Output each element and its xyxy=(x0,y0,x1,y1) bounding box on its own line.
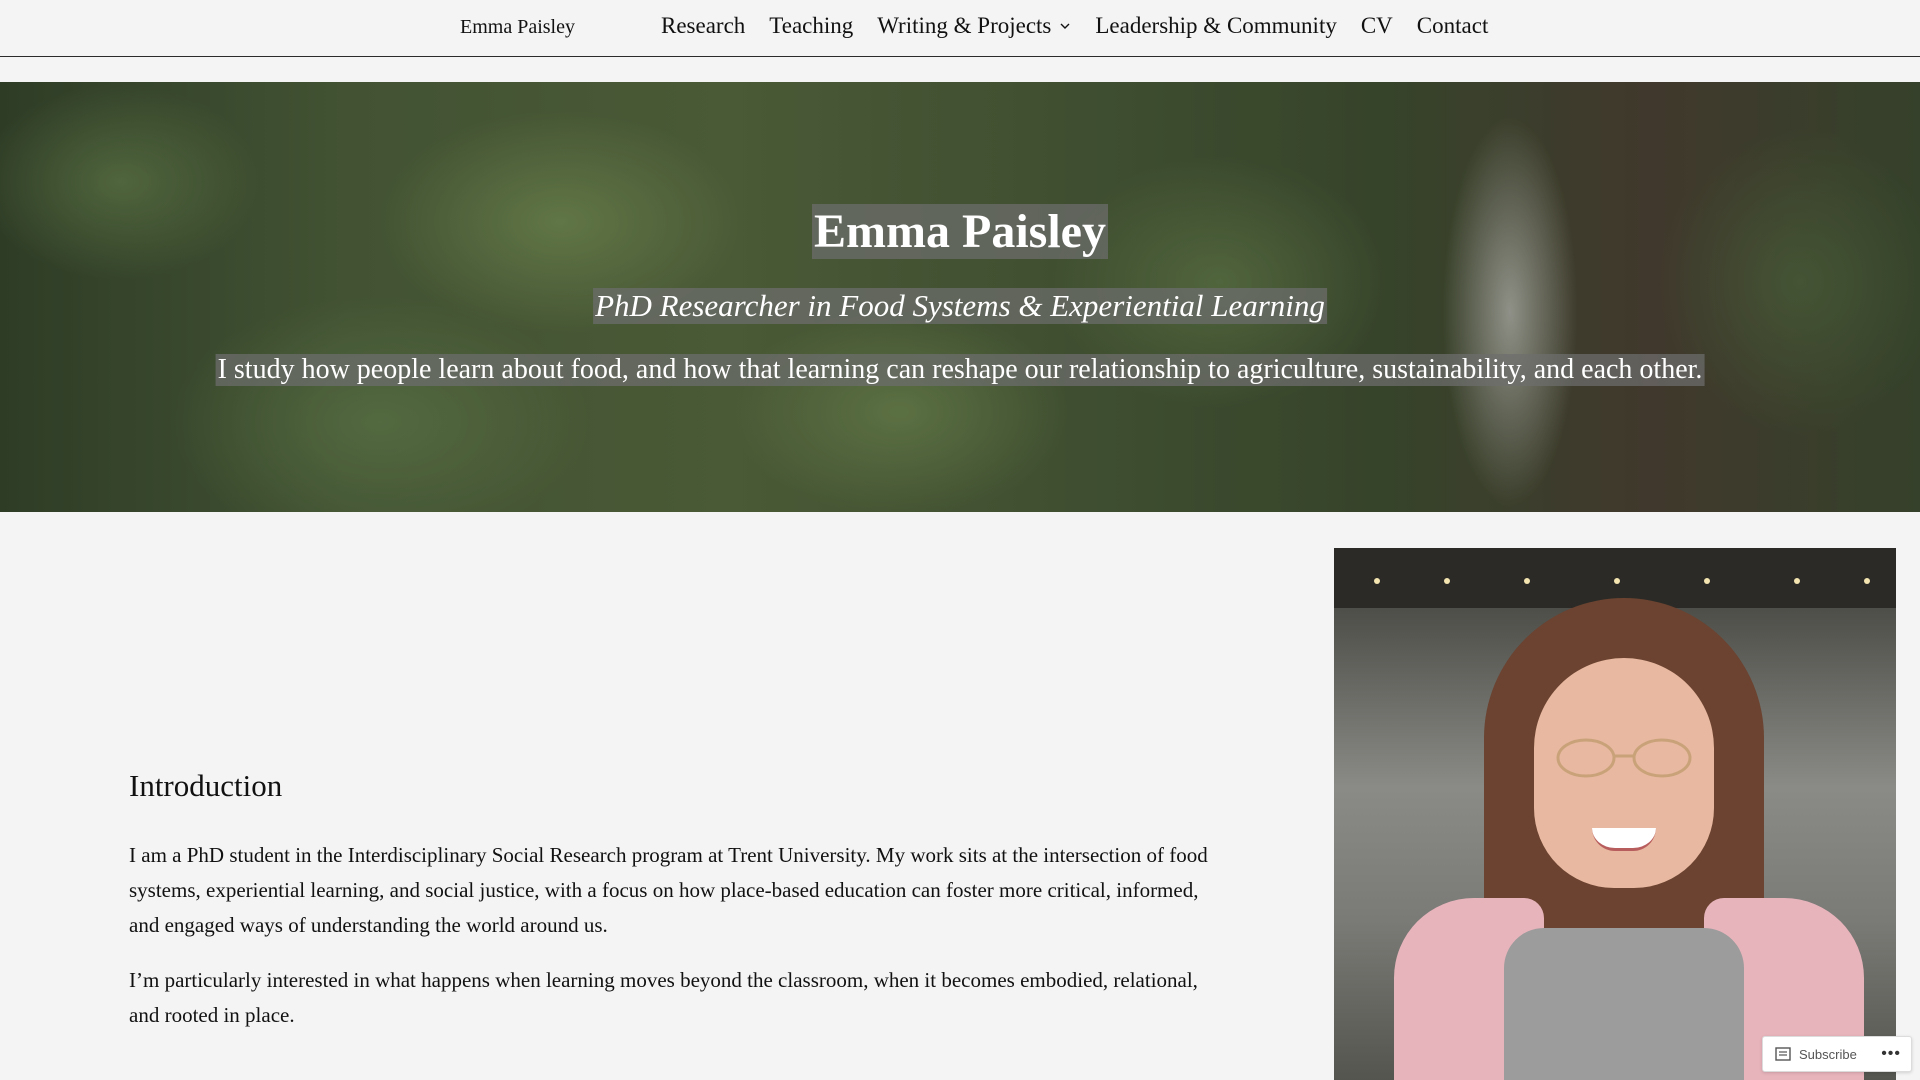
string-light xyxy=(1374,578,1380,584)
photo-shirt xyxy=(1504,928,1744,1080)
reader-icon xyxy=(1775,1047,1791,1061)
introduction-paragraph: I am a PhD student in the Interdisciplin… xyxy=(129,843,1208,937)
hero-banner: Emma Paisley PhD Researcher in Food Syst… xyxy=(0,82,1920,512)
nav-item-research[interactable]: Research xyxy=(661,13,745,39)
site-title-link[interactable]: Emma Paisley xyxy=(460,16,575,39)
introduction-heading: Introduction xyxy=(129,768,283,803)
hero-title: Emma Paisley xyxy=(812,204,1108,259)
nav-item-contact[interactable]: Contact xyxy=(1417,13,1489,39)
main-nav: Research Teaching Writing & Projects Lea… xyxy=(661,13,1488,39)
string-light xyxy=(1704,578,1710,584)
ellipsis-icon[interactable]: ••• xyxy=(1881,1045,1901,1063)
subscribe-widget: Subscribe ••• xyxy=(1762,1036,1912,1072)
nav-item-writing-projects[interactable]: Writing & Projects xyxy=(877,13,1071,39)
string-light xyxy=(1864,578,1870,584)
hero-subtitle: PhD Researcher in Food Systems & Experie… xyxy=(593,288,1327,324)
subscribe-button[interactable]: Subscribe xyxy=(1799,1047,1857,1062)
top-nav-bar: Emma Paisley Research Teaching Writing &… xyxy=(0,0,1920,57)
profile-photo xyxy=(1334,548,1896,1080)
introduction-section: Introduction I am a PhD student in the I… xyxy=(129,768,1229,1053)
introduction-paragraph: I’m particularly interested in what happ… xyxy=(129,968,1198,1027)
nav-item-leadership-community[interactable]: Leadership & Community xyxy=(1095,13,1336,39)
string-light xyxy=(1444,578,1450,584)
string-light xyxy=(1524,578,1530,584)
hero-tagline: I study how people learn about food, and… xyxy=(215,354,1705,386)
nav-item-cv[interactable]: CV xyxy=(1361,13,1393,39)
string-light xyxy=(1614,578,1620,584)
glasses-icon xyxy=(1556,738,1692,778)
nav-item-writing-projects-label: Writing & Projects xyxy=(877,13,1052,38)
string-light xyxy=(1794,578,1800,584)
nav-item-teaching[interactable]: Teaching xyxy=(769,13,853,39)
chevron-down-icon xyxy=(1060,23,1070,29)
